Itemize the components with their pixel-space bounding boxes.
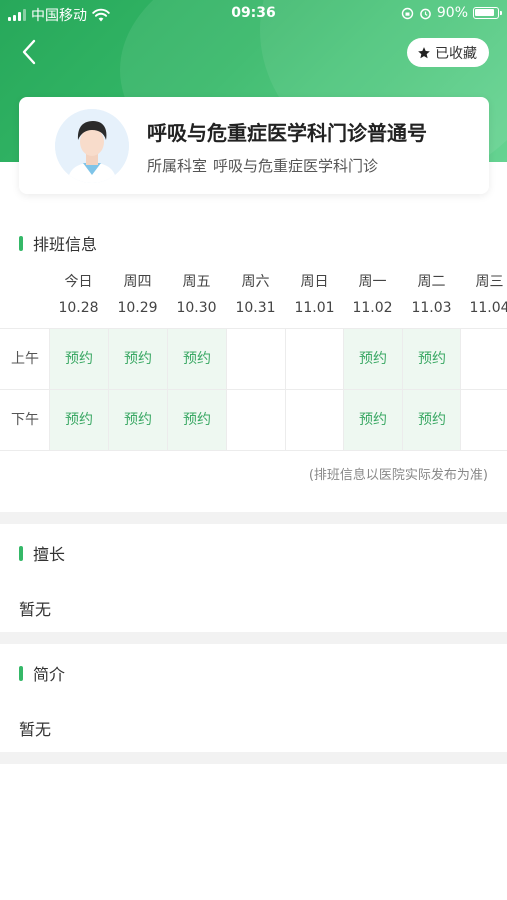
doctor-avatar — [55, 109, 129, 183]
schedule-title: 排班信息 — [33, 235, 98, 254]
battery-icon — [473, 7, 502, 19]
intro-content: 暂无 — [19, 720, 52, 739]
day-column-5[interactable]: 周一 11.02 — [343, 270, 402, 322]
section-divider — [0, 632, 507, 644]
day-weekday: 周三 — [475, 274, 504, 290]
row-label: 下午 — [11, 412, 39, 428]
day-weekday: 周五 — [182, 274, 211, 290]
favorite-label: 已收藏 — [435, 45, 477, 62]
section-bar — [19, 235, 23, 251]
day-weekday: 周二 — [417, 274, 446, 290]
empty-slot — [460, 390, 507, 450]
day-date: 10.29 — [117, 300, 158, 316]
section-divider — [0, 752, 507, 764]
doctor-name: 呼吸与危重症医学科门诊普通号 — [147, 121, 427, 145]
rotation-lock-icon — [401, 7, 414, 19]
day-column-0[interactable]: 今日 10.28 — [49, 270, 108, 322]
day-column-1[interactable]: 周四 10.29 — [108, 270, 167, 322]
empty-slot — [460, 329, 507, 389]
empty-slot — [285, 390, 344, 450]
alarm-icon — [420, 8, 431, 19]
doctor-department: 所属科室 呼吸与危重症医学科门诊 — [147, 155, 378, 176]
doctor-card: 呼吸与危重症医学科门诊普通号 所属科室 呼吸与危重症医学科门诊 — [19, 97, 489, 194]
day-column-4[interactable]: 周日 11.01 — [285, 270, 344, 322]
star-icon — [418, 46, 430, 58]
empty-slot — [285, 329, 344, 389]
empty-slot — [226, 329, 285, 389]
day-date: 11.01 — [294, 300, 335, 316]
day-date: 10.31 — [235, 300, 276, 316]
row-label: 上午 — [11, 351, 39, 367]
appointment-slot[interactable]: 预约 — [343, 329, 402, 389]
day-column-6[interactable]: 周二 11.03 — [402, 270, 461, 322]
day-weekday: 今日 — [64, 274, 93, 290]
appointment-slot[interactable]: 预约 — [49, 390, 108, 450]
department-value: 呼吸与危重症医学科门诊 — [213, 157, 379, 175]
day-weekday: 周日 — [300, 274, 329, 290]
specialty-section-title: 擅长 — [19, 541, 65, 565]
schedule-section-title: 排班信息 — [19, 231, 97, 255]
day-weekday: 周四 — [123, 274, 152, 290]
day-date: 11.02 — [352, 300, 393, 316]
day-weekday: 周一 — [358, 274, 387, 290]
day-date: 11.03 — [411, 300, 452, 316]
schedule-note: (排班信息以医院实际发布为准) — [308, 468, 488, 483]
back-arrow-icon[interactable] — [14, 36, 46, 68]
department-label: 所属科室 — [147, 157, 208, 175]
appointment-slot[interactable]: 预约 — [402, 329, 461, 389]
schedule-grid: 上午 预约 预约 预约 预约 预约 下午 预约 预约 预约 预约 预约 — [0, 328, 507, 451]
appointment-slot[interactable]: 预约 — [402, 390, 461, 450]
empty-slot — [226, 390, 285, 450]
schedule-row-afternoon: 下午 预约 预约 预约 预约 预约 — [0, 390, 507, 451]
day-date: 11.04 — [469, 300, 507, 316]
day-column-7[interactable]: 周三 11.04 — [460, 270, 507, 322]
day-date: 10.30 — [176, 300, 217, 316]
schedule-row-morning: 上午 预约 预约 预约 预约 预约 — [0, 329, 507, 390]
appointment-slot[interactable]: 预约 — [108, 390, 167, 450]
section-divider — [0, 512, 507, 524]
day-date: 10.28 — [58, 300, 99, 316]
day-column-3[interactable]: 周六 10.31 — [226, 270, 285, 322]
appointment-slot[interactable]: 预约 — [108, 329, 167, 389]
intro-section-title: 简介 — [19, 661, 65, 685]
favorite-button[interactable]: 已收藏 — [407, 38, 489, 67]
section-bar — [19, 545, 23, 561]
status-bar: 中国移动 09:36 90% — [0, 0, 507, 28]
battery-percent: 90% — [436, 5, 468, 21]
section-bar — [19, 665, 23, 681]
intro-title: 简介 — [33, 665, 66, 684]
status-right: 90% — [401, 5, 502, 21]
specialty-title: 擅长 — [33, 545, 66, 564]
appointment-slot[interactable]: 预约 — [343, 390, 402, 450]
specialty-content: 暂无 — [19, 600, 52, 619]
schedule-days-header: 今日 10.28 周四 10.29 周五 10.30 周六 10.31 周日 1… — [0, 270, 507, 326]
appointment-slot[interactable]: 预约 — [167, 390, 226, 450]
appointment-slot[interactable]: 预约 — [49, 329, 108, 389]
appointment-slot[interactable]: 预约 — [167, 329, 226, 389]
day-weekday: 周六 — [241, 274, 270, 290]
day-column-2[interactable]: 周五 10.30 — [167, 270, 226, 322]
